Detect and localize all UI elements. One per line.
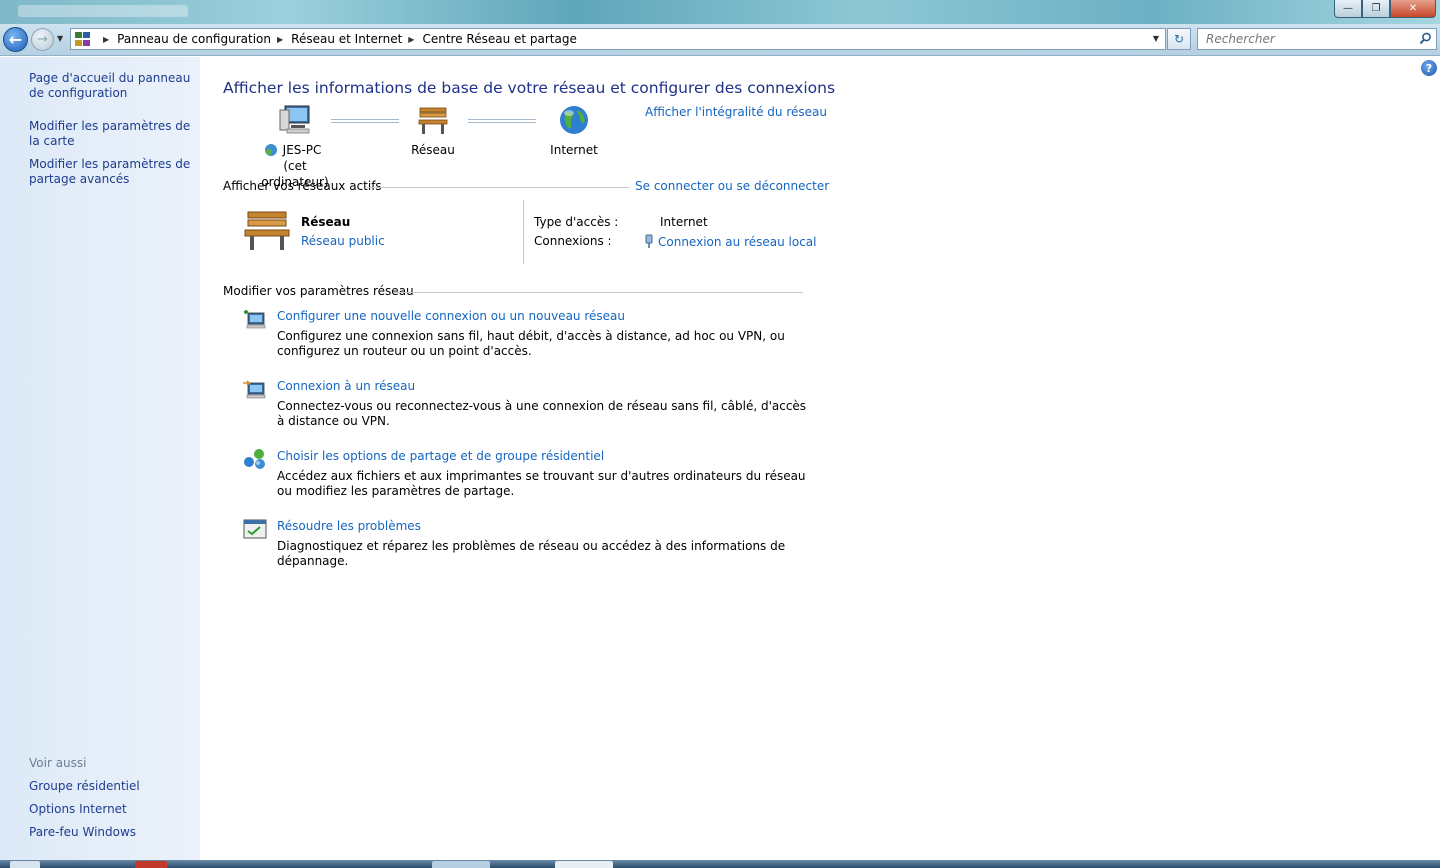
sidebar-item-internet-options[interactable]: Options Internet: [29, 802, 194, 817]
local-connection-link[interactable]: Connexion au réseau local: [644, 234, 817, 249]
taskbar: [0, 860, 1440, 868]
task-sharing-options-desc: Accédez aux fichiers et aux imprimantes …: [277, 469, 806, 498]
control-panel-icon: [75, 32, 91, 46]
map-connector: [468, 119, 536, 123]
back-button[interactable]: ←: [3, 27, 28, 52]
arrow-right-icon: →: [37, 32, 48, 47]
forward-button[interactable]: →: [31, 28, 54, 51]
map-node-internet[interactable]: Internet: [538, 104, 610, 158]
address-toolbar: ← → ▼ ▶ Panneau de configuration ▶ Résea…: [0, 24, 1440, 56]
taskbar-app[interactable]: [135, 861, 167, 868]
title-bar: — ❐ ✕: [0, 0, 1440, 24]
internet-label: Internet: [550, 143, 598, 157]
taskbar-app[interactable]: [432, 861, 490, 868]
homegroup-icon: [244, 449, 265, 469]
arrow-left-icon: ←: [8, 30, 23, 49]
network-label: Réseau: [411, 143, 455, 157]
search-input[interactable]: Recherche​r: [1197, 28, 1437, 50]
map-node-computer[interactable]: JES-PC (cet ordinateur): [250, 104, 340, 190]
connect-network-icon: [243, 380, 266, 399]
chevron-right-icon[interactable]: ▶: [277, 35, 283, 44]
bench-icon: [418, 107, 448, 134]
minimize-button[interactable]: —: [1334, 0, 1362, 18]
refresh-button[interactable]: ↻: [1167, 28, 1191, 50]
sidebar-item-homegroup[interactable]: Groupe résidentiel: [29, 779, 194, 794]
section-divider: [365, 187, 629, 188]
task-connect-network-link[interactable]: Connexion à un réseau: [277, 379, 415, 393]
active-networks-heading: Afficher vos réseaux actifs: [223, 179, 382, 193]
access-type-label: Type d'accès :: [534, 215, 619, 229]
search-icon[interactable]: [1419, 32, 1432, 45]
task-new-connection-link[interactable]: Configurer une nouvelle connexion ou un …: [277, 309, 625, 323]
bench-network-icon: [244, 211, 290, 250]
maximize-button[interactable]: ❐: [1362, 0, 1390, 18]
address-dropdown-icon[interactable]: ▼: [1153, 34, 1159, 43]
close-button[interactable]: ✕: [1390, 0, 1436, 18]
local-connection-label[interactable]: Connexion au réseau local: [658, 235, 817, 249]
sidebar-item-advanced-sharing[interactable]: Modifier les paramètres de partage avanc…: [29, 157, 194, 187]
sidebar-item-control-panel-home[interactable]: Page d'accueil du panneau de configurati…: [29, 71, 194, 101]
task-new-connection-desc: Configurez une connexion sans fil, haut …: [277, 329, 785, 358]
network-category-link[interactable]: Réseau public: [301, 234, 385, 248]
start-button[interactable]: [10, 861, 40, 868]
change-settings-heading: Modifier vos paramètres réseau: [223, 284, 414, 298]
task-troubleshoot-link[interactable]: Résoudre les problèmes: [277, 519, 421, 533]
chevron-right-icon[interactable]: ▶: [103, 35, 109, 44]
search-placeholder: Recherche​r: [1206, 32, 1275, 46]
section-divider: [393, 292, 803, 293]
recent-pages-dropdown[interactable]: ▼: [57, 34, 63, 43]
breadcrumb-network-internet[interactable]: Réseau et Internet: [291, 32, 402, 46]
connections-label: Connexions :: [534, 234, 612, 248]
full-map-link[interactable]: Afficher l'intégralité du réseau: [645, 105, 827, 119]
ethernet-plug-icon: [645, 234, 653, 248]
globe-icon: [560, 106, 588, 134]
sidebar-item-adapter-settings[interactable]: Modifier les paramètres de la carte: [29, 119, 194, 149]
connect-disconnect-link[interactable]: Se connecter ou se déconnecter: [635, 179, 829, 193]
see-also-heading: Voir aussi: [29, 756, 87, 770]
sidebar: Page d'accueil du panneau de configurati…: [0, 57, 200, 860]
help-icon[interactable]: ?: [1421, 60, 1437, 76]
refresh-icon: ↻: [1173, 32, 1185, 46]
vertical-divider: [523, 200, 524, 264]
main-content: ? Afficher les informations de base de v…: [200, 57, 1440, 860]
task-sharing-options-link[interactable]: Choisir les options de partage et de gro…: [277, 449, 604, 463]
window-controls: — ❐ ✕: [1334, 0, 1436, 18]
troubleshoot-icon: [243, 519, 267, 539]
sidebar-item-windows-firewall[interactable]: Pare-feu Windows: [29, 825, 194, 840]
computer-icon: [279, 105, 310, 134]
breadcrumb[interactable]: ▶ Panneau de configuration ▶ Réseau et I…: [70, 28, 1166, 50]
breadcrumb-control-panel[interactable]: Panneau de configuration: [117, 32, 271, 46]
map-node-network[interactable]: Réseau: [398, 104, 468, 158]
task-troubleshoot-desc: Diagnostiquez et réparez les problèmes d…: [277, 539, 786, 568]
network-globe-small-icon: [265, 144, 277, 156]
task-connect-network-desc: Connectez-vous ou reconnectez-vous à une…: [277, 399, 807, 428]
map-connector: [331, 119, 399, 123]
active-network-name: Réseau: [301, 215, 351, 229]
taskbar-app-active[interactable]: [555, 861, 613, 868]
breadcrumb-network-sharing-center[interactable]: Centre Réseau et partage: [422, 32, 576, 46]
new-connection-icon: [244, 310, 266, 329]
chevron-right-icon[interactable]: ▶: [408, 35, 414, 44]
access-type-value: Internet: [660, 215, 708, 229]
page-title: Afficher les informations de base de vot…: [223, 79, 836, 97]
window-title-blurred: [18, 5, 188, 17]
